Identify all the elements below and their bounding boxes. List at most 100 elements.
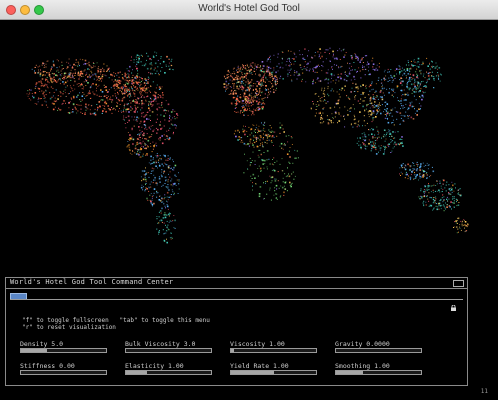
hotel-point — [65, 77, 67, 79]
hotel-point — [105, 110, 107, 113]
bulk-viscosity-slider[interactable] — [125, 348, 212, 353]
density-slider[interactable] — [20, 348, 107, 353]
hotel-point — [139, 139, 141, 141]
hotel-point — [321, 87, 323, 89]
hotel-point — [230, 75, 232, 77]
hotel-point — [417, 165, 418, 167]
hotel-point — [252, 135, 254, 137]
hotel-point — [161, 86, 163, 88]
hotel-point — [407, 87, 409, 89]
elasticity-slider[interactable] — [125, 370, 212, 375]
viscosity-slider[interactable] — [230, 348, 317, 353]
hotel-point — [171, 58, 173, 60]
hotel-point — [240, 86, 242, 88]
hotel-point — [76, 104, 78, 105]
hotel-point — [419, 96, 420, 98]
hotel-point — [420, 163, 422, 165]
world-hotel-map[interactable] — [0, 20, 498, 278]
hotel-point — [318, 104, 320, 106]
hotel-point — [116, 79, 118, 81]
hotel-point — [268, 80, 270, 82]
hotel-point — [158, 106, 160, 108]
hotel-point — [294, 157, 296, 159]
hotel-point — [135, 109, 137, 111]
hotel-point — [384, 151, 385, 153]
stiffness-slider[interactable] — [20, 370, 107, 375]
hotel-point — [63, 75, 65, 77]
hotel-point — [464, 221, 467, 223]
hotel-point — [260, 74, 261, 76]
hotel-point — [318, 54, 320, 56]
hotel-point — [103, 95, 106, 97]
hotel-point — [391, 136, 393, 137]
hotel-point — [143, 103, 145, 105]
hotel-point — [38, 97, 40, 99]
hotel-point — [376, 95, 378, 96]
hotel-point — [118, 110, 119, 112]
hotel-point — [464, 227, 465, 229]
hotel-point — [413, 168, 416, 170]
hotel-point — [28, 93, 30, 95]
hotel-point — [424, 91, 426, 93]
hotel-point — [259, 135, 261, 137]
hotel-point — [138, 57, 140, 60]
hotel-point — [400, 100, 402, 102]
hotel-point — [59, 78, 61, 80]
hotel-point — [51, 78, 53, 80]
hotel-point — [96, 78, 98, 80]
hotel-point — [29, 92, 31, 94]
hotel-point — [415, 99, 417, 101]
hotel-point — [92, 62, 94, 64]
hotel-point — [369, 99, 372, 102]
hotel-point — [427, 73, 429, 74]
hotel-point — [375, 96, 377, 98]
hotel-point — [85, 109, 87, 111]
hotel-point — [419, 82, 421, 84]
hotel-point — [308, 70, 310, 72]
hotel-point — [447, 200, 448, 202]
hotel-point — [125, 127, 127, 129]
hotel-point — [135, 107, 137, 110]
lock-icon[interactable] — [450, 305, 457, 311]
hotel-point — [178, 183, 180, 185]
hotel-point — [453, 197, 455, 199]
hotel-point — [362, 62, 364, 63]
hotel-point — [137, 89, 139, 91]
yield-rate-slider[interactable] — [230, 370, 317, 375]
hotel-point — [123, 88, 125, 90]
hotel-point — [392, 90, 394, 92]
hotel-point — [158, 176, 160, 178]
hotel-point — [163, 115, 165, 117]
hotel-point — [125, 82, 127, 84]
hotel-point — [301, 78, 303, 80]
gravity-slider[interactable] — [335, 348, 422, 353]
hotel-point — [289, 181, 291, 184]
hotel-point — [337, 122, 338, 124]
hotel-point — [400, 77, 402, 79]
hotel-point — [369, 97, 372, 100]
hotel-point — [97, 76, 100, 78]
hotel-point — [253, 130, 255, 132]
hotel-point — [449, 188, 451, 190]
hotel-point — [161, 207, 163, 210]
hotel-point — [250, 128, 253, 130]
hotel-point — [169, 114, 171, 116]
hotel-point — [90, 105, 92, 107]
hotel-point — [325, 79, 327, 80]
hotel-point — [52, 87, 54, 89]
smoothing-slider[interactable] — [335, 370, 422, 375]
hotel-point — [125, 84, 126, 85]
hotel-point — [151, 59, 152, 61]
hotel-point — [28, 98, 30, 100]
hotel-point — [411, 171, 413, 173]
command-center-titlebar[interactable]: World's Hotel God Tool Command Center — [6, 278, 467, 289]
hotel-point — [286, 190, 288, 192]
hotel-point — [172, 124, 174, 126]
hotel-point — [393, 146, 395, 148]
hotel-point — [268, 93, 270, 95]
hotel-point — [57, 80, 59, 82]
hotel-point — [150, 200, 152, 203]
hotel-point — [127, 73, 129, 75]
panel-minimize-button[interactable] — [453, 280, 464, 287]
hotel-point — [343, 78, 346, 81]
